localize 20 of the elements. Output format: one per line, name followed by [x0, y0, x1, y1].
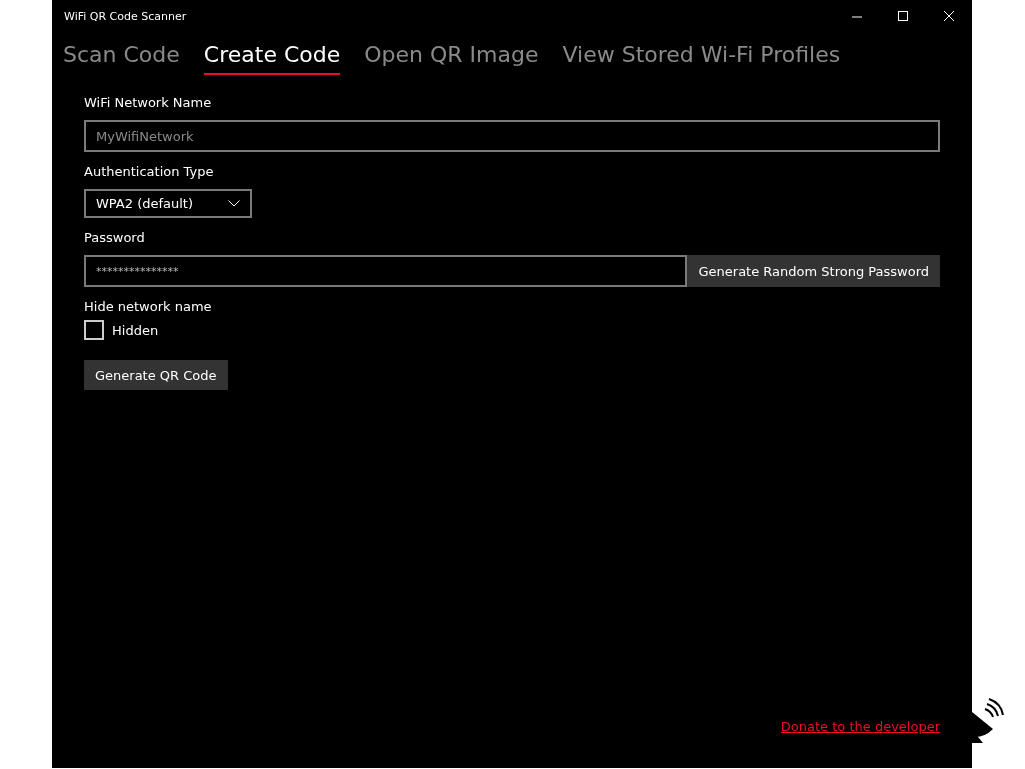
checkbox-label: Hidden [112, 322, 159, 338]
network-name-field[interactable]: MyWifiNetwork [84, 120, 940, 152]
chevron-down-icon [228, 200, 240, 207]
field-label: Password [84, 230, 145, 245]
generate-password-button[interactable]: Generate Random Strong Password [687, 255, 940, 287]
field-label: WiFi Network Name [84, 95, 212, 110]
tab[interactable]: Scan Code [63, 42, 180, 75]
maximize-icon [897, 10, 909, 22]
hidden-checkbox[interactable] [84, 320, 104, 340]
tab[interactable]: Open QR Image [364, 42, 539, 75]
close-icon [943, 10, 955, 22]
donate-link[interactable]: Donate to the developer [780, 719, 940, 734]
field-label: Hide network name [84, 299, 212, 314]
generate-qr-button[interactable]: Generate QR Code [84, 360, 228, 390]
authentication-dropdown[interactable]: WPA2 (default) [84, 189, 252, 218]
window-title: WiFi QR Code Scanner [64, 9, 188, 23]
tab[interactable]: View Stored Wi-Fi Profiles [562, 42, 841, 75]
tab[interactable]: Create Code [203, 42, 341, 75]
field-label: Authentication Type [84, 164, 214, 179]
password-field[interactable]: *************** [84, 255, 688, 287]
